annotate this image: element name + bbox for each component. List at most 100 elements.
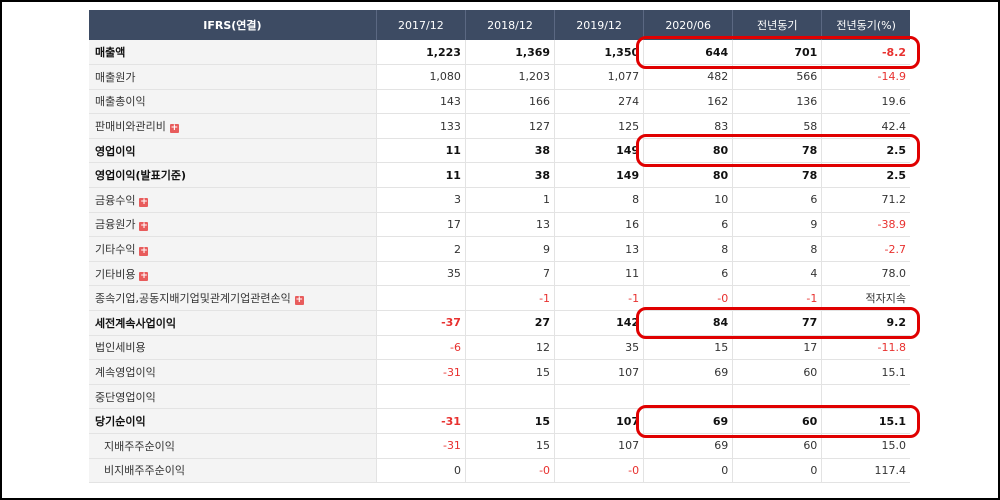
value-cell: 6 bbox=[643, 261, 734, 287]
value-cell: 71.2 bbox=[821, 187, 910, 213]
row-label: 영업이익(발표기준) bbox=[95, 169, 187, 183]
value-cell: 0 bbox=[376, 458, 466, 484]
value-cell: 11 bbox=[376, 138, 466, 164]
row-label-cell: 법인세비용 bbox=[89, 335, 377, 361]
value-cell: 60 bbox=[732, 433, 823, 459]
value-cell: 27 bbox=[465, 310, 556, 336]
row-label-cell[interactable]: 금융원가 + bbox=[89, 212, 377, 238]
value-cell: -31 bbox=[376, 359, 466, 385]
value-cell: 117.4 bbox=[821, 458, 910, 484]
row-label-cell: 영업이익 bbox=[89, 138, 377, 164]
value-cell: -0 bbox=[643, 285, 734, 312]
row-label: 매출원가 bbox=[95, 70, 136, 84]
value-cell: 1,080 bbox=[376, 64, 466, 90]
financial-table-container: IFRS(연결) 2017/12 2018/12 2019/12 2020/06… bbox=[89, 10, 910, 484]
value-cell: 8 bbox=[732, 236, 823, 262]
value-cell: 2 bbox=[376, 236, 466, 262]
value-cell: 1,223 bbox=[376, 40, 466, 66]
header-2020-06: 2020/06 bbox=[643, 10, 734, 40]
header-2019-12: 2019/12 bbox=[554, 10, 645, 40]
value-cell: 77 bbox=[732, 310, 823, 336]
value-cell: 3 bbox=[376, 187, 466, 213]
value-cell: 35 bbox=[376, 261, 466, 287]
value-cell bbox=[732, 384, 823, 410]
value-cell: -8.2 bbox=[821, 40, 910, 66]
row-label: 당기순이익 bbox=[95, 415, 146, 429]
value-cell: 적자지속 bbox=[821, 285, 910, 312]
table-row: 세전계속사업이익 -37 27 142 84 77 9.2 bbox=[89, 310, 910, 336]
value-cell: 125 bbox=[554, 113, 645, 139]
value-cell: 644 bbox=[643, 40, 734, 66]
income-statement-table: IFRS(연결) 2017/12 2018/12 2019/12 2020/06… bbox=[89, 10, 910, 484]
value-cell: 84 bbox=[643, 310, 734, 336]
row-label: 금융원가 bbox=[95, 218, 136, 232]
value-cell: 69 bbox=[643, 408, 734, 434]
plus-icon[interactable]: + bbox=[294, 296, 304, 306]
value-cell: 9 bbox=[465, 236, 556, 262]
row-label: 중단영업이익 bbox=[95, 390, 156, 404]
value-cell: 1,350 bbox=[554, 40, 645, 66]
table-row: 종속기업,공동지배기업및관계기업관련손익 + -1 -1 -0 -1 적자지속 bbox=[89, 285, 910, 312]
value-cell: 162 bbox=[643, 89, 734, 115]
value-cell: 78 bbox=[732, 138, 823, 164]
row-label-cell: 계속영업이익 bbox=[89, 359, 377, 385]
value-cell: 143 bbox=[376, 89, 466, 115]
row-label-cell[interactable]: 기타수익 + bbox=[89, 236, 377, 262]
table-row: 영업이익(발표기준) 11 38 149 80 78 2.5 bbox=[89, 162, 910, 189]
value-cell: 127 bbox=[465, 113, 556, 139]
value-cell: -11.8 bbox=[821, 335, 910, 361]
value-cell: -31 bbox=[376, 408, 466, 434]
value-cell: 38 bbox=[465, 162, 556, 189]
row-label: 세전계속사업이익 bbox=[95, 316, 176, 330]
value-cell: 136 bbox=[732, 89, 823, 115]
table-row: 매출총이익 143 166 274 162 136 19.6 bbox=[89, 89, 910, 115]
value-cell: 6 bbox=[732, 187, 823, 213]
row-label-cell: 당기순이익 bbox=[89, 408, 377, 434]
row-label-cell[interactable]: 종속기업,공동지배기업및관계기업관련손익 + bbox=[89, 285, 377, 312]
row-label: 영업이익 bbox=[95, 144, 136, 158]
plus-icon[interactable]: + bbox=[139, 222, 149, 232]
table-row: 금융수익 +3 1 8 10 6 71.2 bbox=[89, 187, 910, 213]
value-cell: 10 bbox=[643, 187, 734, 213]
row-label: 종속기업,공동지배기업및관계기업관련손익 bbox=[95, 292, 291, 306]
row-label-cell[interactable]: 기타비용 + bbox=[89, 261, 377, 287]
value-cell: 11 bbox=[376, 162, 466, 189]
value-cell: 2.5 bbox=[821, 138, 910, 164]
value-cell: 1 bbox=[465, 187, 556, 213]
value-cell: 107 bbox=[554, 408, 645, 434]
row-label-cell[interactable]: 금융수익 + bbox=[89, 187, 377, 213]
value-cell: 60 bbox=[732, 359, 823, 385]
row-label: 매출총이익 bbox=[95, 95, 146, 109]
value-cell: 149 bbox=[554, 162, 645, 189]
value-cell: 80 bbox=[643, 162, 734, 189]
table-row: 비지배주주순이익 0 -0 -0 0 0 117.4 bbox=[89, 458, 910, 484]
value-cell: 15.1 bbox=[821, 408, 910, 434]
value-cell: 701 bbox=[732, 40, 823, 66]
plus-icon[interactable]: + bbox=[139, 271, 149, 281]
value-cell: 8 bbox=[643, 236, 734, 262]
value-cell: 15.0 bbox=[821, 433, 910, 459]
row-label-cell[interactable]: 판매비와관리비 + bbox=[89, 113, 377, 139]
plus-icon[interactable]: + bbox=[169, 124, 179, 134]
value-cell: -1 bbox=[732, 285, 823, 312]
header-prev-period: 전년동기 bbox=[732, 10, 823, 40]
value-cell: -1 bbox=[465, 285, 556, 312]
value-cell: -1 bbox=[554, 285, 645, 312]
row-label-cell: 영업이익(발표기준) bbox=[89, 162, 377, 189]
value-cell: 69 bbox=[643, 359, 734, 385]
value-cell: 0 bbox=[643, 458, 734, 484]
value-cell: 35 bbox=[554, 335, 645, 361]
value-cell: 1,203 bbox=[465, 64, 556, 90]
row-label: 매출액 bbox=[95, 46, 126, 60]
plus-icon[interactable]: + bbox=[139, 197, 149, 207]
value-cell: 58 bbox=[732, 113, 823, 139]
value-cell: 9 bbox=[732, 212, 823, 238]
table-row: 지배주주순이익 -31 15 107 69 60 15.0 bbox=[89, 433, 910, 459]
row-label-cell: 중단영업이익 bbox=[89, 384, 377, 410]
value-cell: 107 bbox=[554, 359, 645, 385]
plus-icon[interactable]: + bbox=[139, 247, 149, 257]
value-cell bbox=[376, 384, 466, 410]
table-row: 법인세비용 -6 12 35 15 17 -11.8 bbox=[89, 335, 910, 361]
value-cell: 78 bbox=[732, 162, 823, 189]
row-label-cell: 매출총이익 bbox=[89, 89, 377, 115]
